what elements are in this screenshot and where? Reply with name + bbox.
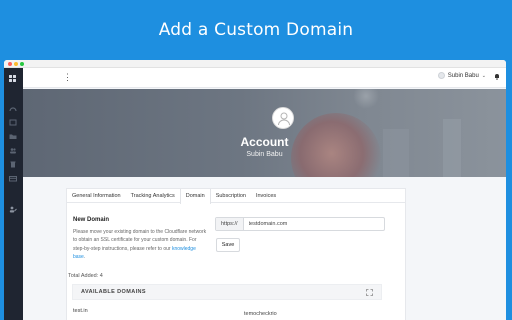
background-image-light: [353, 89, 379, 109]
apps-grid-icon[interactable]: [9, 75, 17, 82]
chevron-down-icon: ⌄: [481, 72, 486, 79]
list-icon[interactable]: [9, 113, 17, 126]
account-tabs: General Information Tracking Analytics D…: [67, 189, 405, 204]
available-domains-label: AVAILABLE DOMAINS: [81, 289, 146, 295]
user-menu[interactable]: Subin Babu ⌄: [437, 72, 486, 79]
user-icon: [278, 112, 290, 126]
card-icon[interactable]: [9, 169, 17, 182]
domain-list-item: test.in: [73, 308, 88, 314]
user-edit-icon[interactable]: [9, 200, 17, 213]
user-name: Subin Babu: [447, 72, 479, 79]
tab-general-information[interactable]: General Information: [67, 189, 126, 203]
promo-headline: Add a Custom Domain: [158, 20, 354, 40]
page-subtitle: Subin Babu: [246, 151, 283, 158]
account-settings-card: General Information Tracking Analytics D…: [66, 188, 406, 320]
available-domains-header: AVAILABLE DOMAINS: [72, 284, 382, 300]
dashboard-icon[interactable]: [9, 99, 17, 112]
top-bar: ⋮ Subin Babu ⌄: [23, 68, 506, 88]
account-hero-banner: Account Subin Babu: [23, 89, 506, 177]
close-window-dot[interactable]: [8, 62, 12, 66]
tab-invoices[interactable]: Invoices: [251, 189, 281, 203]
window-titlebar: [4, 60, 506, 68]
maximize-window-dot[interactable]: [20, 62, 24, 66]
instructions-suffix: .: [83, 254, 86, 261]
domain-list-item: temocheckrio: [244, 311, 277, 317]
folder-icon[interactable]: [9, 127, 17, 139]
page-title: Account: [240, 135, 289, 149]
tab-domain[interactable]: Domain: [179, 189, 211, 204]
minimize-window-dot[interactable]: [14, 62, 18, 66]
trash-icon[interactable]: [9, 155, 17, 168]
domain-field: https://: [215, 217, 385, 231]
save-button[interactable]: Save: [216, 238, 240, 252]
expand-icon[interactable]: [366, 289, 373, 296]
url-scheme-prefix: https://: [216, 218, 244, 230]
new-domain-heading: New Domain: [73, 217, 110, 223]
bell-icon[interactable]: [494, 73, 500, 80]
avatar: [437, 72, 445, 79]
new-domain-instructions: Please move your existing domain to the …: [73, 228, 207, 262]
tab-tracking-analytics[interactable]: Tracking Analytics: [126, 189, 180, 203]
sidebar: [4, 68, 23, 320]
domain-input[interactable]: [243, 218, 374, 230]
tab-subscription[interactable]: Subscription: [211, 189, 251, 203]
app-window: ⋮ Subin Babu ⌄ Account Subin Babu Genera…: [4, 60, 506, 320]
total-added-count: Total Added: 4: [68, 273, 103, 279]
more-options-icon[interactable]: ⋮: [63, 71, 72, 83]
users-icon[interactable]: [9, 141, 17, 154]
profile-avatar[interactable]: [272, 107, 294, 129]
